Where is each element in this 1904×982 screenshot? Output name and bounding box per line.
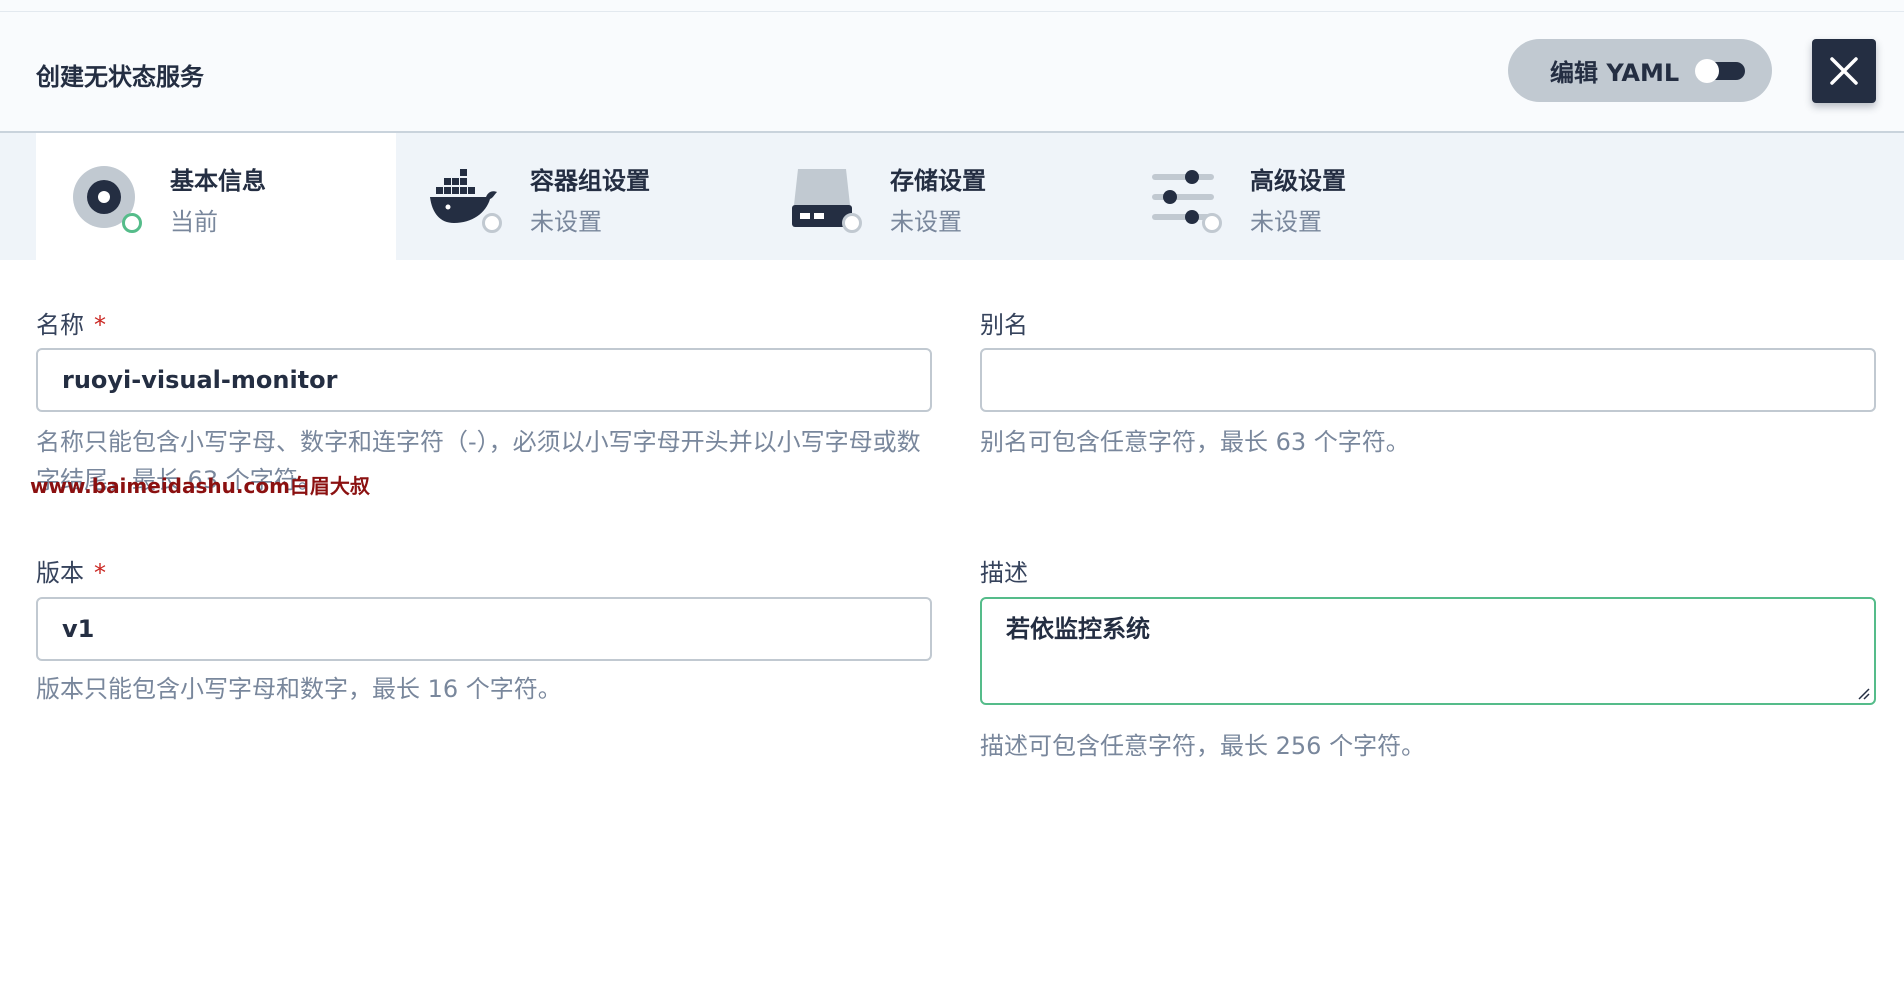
edit-yaml-label: 编辑 YAML [1550, 59, 1680, 87]
version-hint: 版本只能包含小写字母和数字，最长 16 个字符。 [36, 675, 562, 703]
description-textarea[interactable]: 若依监控系统 [980, 597, 1876, 705]
step-status: 未设置 [530, 208, 602, 236]
alias-label-text: 别名 [980, 311, 1028, 339]
resize-grip-icon[interactable] [1856, 686, 1870, 700]
step-advanced-settings[interactable]: 高级设置 未设置 [1116, 133, 1476, 260]
required-marker: * [94, 311, 106, 339]
alias-label: 别名 [980, 305, 1028, 340]
description-hint: 描述可包含任意字符，最长 256 个字符。 [980, 732, 1426, 760]
alias-hint: 别名可包含任意字符，最长 63 个字符。 [980, 428, 1410, 456]
toggle-knob [1695, 58, 1720, 83]
step-status-indicator [1202, 213, 1222, 233]
step-status: 当前 [170, 208, 218, 236]
wizard-steps: 基本信息 当前 容器组设置 未设置 存储设置 未设置 高级设置 未设置 [0, 133, 1904, 260]
close-icon [1830, 57, 1858, 85]
step-name: 高级设置 [1250, 167, 1346, 195]
page-title: 创建无状态服务 [36, 63, 204, 91]
name-label-text: 名称 [36, 311, 84, 339]
version-input[interactable] [36, 597, 932, 661]
step-name: 基本信息 [170, 167, 266, 195]
step-status-indicator [482, 213, 502, 233]
top-strip [0, 0, 1904, 12]
name-input[interactable] [36, 348, 932, 412]
edit-yaml-toggle-button[interactable]: 编辑 YAML [1508, 39, 1772, 102]
name-label: 名称 * [36, 305, 106, 340]
watermark-text: www.baimeidashu.com白眉大叔 [30, 474, 370, 498]
version-label: 版本 * [36, 553, 106, 588]
step-basic-info[interactable]: 基本信息 当前 [36, 133, 396, 260]
required-marker: * [94, 559, 106, 587]
step-status-indicator [842, 213, 862, 233]
description-label-text: 描述 [980, 559, 1028, 587]
yaml-toggle-switch[interactable] [1695, 58, 1746, 83]
step-storage-settings[interactable]: 存储设置 未设置 [756, 133, 1116, 260]
alias-input[interactable] [980, 348, 1876, 412]
version-label-text: 版本 [36, 559, 84, 587]
step-name: 容器组设置 [530, 167, 650, 195]
step-name: 存储设置 [890, 167, 986, 195]
step-status: 未设置 [1250, 208, 1322, 236]
modal-header: 创建无状态服务 编辑 YAML [0, 12, 1904, 133]
step-status: 未设置 [890, 208, 962, 236]
description-label: 描述 [980, 553, 1028, 588]
step-status-indicator [122, 213, 142, 233]
step-container-settings[interactable]: 容器组设置 未设置 [396, 133, 756, 260]
close-button[interactable] [1812, 39, 1876, 103]
